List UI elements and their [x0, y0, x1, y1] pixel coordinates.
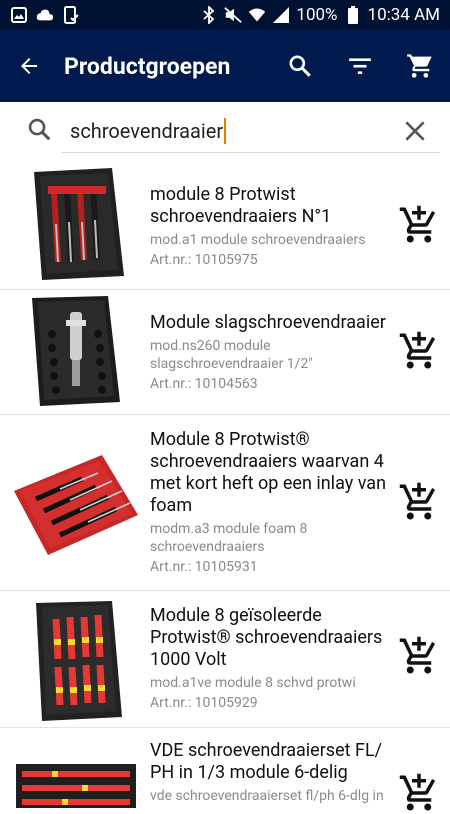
filter-button[interactable] [330, 30, 390, 102]
product-description: vde schroevendraaierset fl/ph 6-dlg in [150, 788, 384, 804]
add-to-cart-icon[interactable] [398, 330, 440, 372]
cart-button[interactable] [390, 30, 450, 102]
search-input[interactable]: schroevendraaier [62, 109, 440, 153]
status-system: 100% 10:34 AM [200, 5, 440, 25]
add-to-cart-icon[interactable] [398, 481, 440, 523]
product-info: module 8 Protwist schroevendraaiers N°1 … [150, 184, 400, 269]
product-name: VDE schroevendraaierset FL/ PH in 1/3 mo… [150, 740, 383, 783]
list-item[interactable]: Module 8 geïsoleerde Protwist® schroeven… [0, 591, 450, 728]
product-description: mod.ns260 module slagschroevendraaier 1/… [150, 338, 313, 372]
search-button[interactable] [270, 30, 330, 102]
product-image [32, 296, 120, 406]
status-notifications [10, 6, 80, 24]
product-list: module 8 Protwist schroevendraaiers N°1 … [0, 162, 450, 811]
filter-icon [349, 58, 371, 75]
product-name: Module 8 Protwist® schroevendraaiers waa… [150, 429, 387, 516]
product-info: Module slagschroevendraaier mod.ns260 mo… [150, 312, 400, 393]
wifi-icon [248, 6, 266, 24]
search-icon [289, 55, 311, 77]
product-info: Module 8 geïsoleerde Protwist® schroeven… [150, 605, 400, 712]
status-bar: 100% 10:34 AM [0, 0, 450, 30]
product-description: mod.a1ve module 8 schvd protwi [150, 675, 356, 691]
product-article-number: Art.nr.: 10105975 [150, 252, 258, 268]
back-button[interactable] [0, 30, 58, 102]
add-to-cart-icon[interactable] [398, 204, 440, 246]
list-item[interactable]: Module slagschroevendraaier mod.ns260 mo… [0, 290, 450, 415]
app-bar: Productgroepen [0, 30, 450, 102]
add-to-cart-icon[interactable] [398, 635, 440, 677]
product-name: Module 8 geïsoleerde Protwist® schroeven… [150, 605, 383, 670]
gallery-icon [10, 6, 28, 24]
product-article-number: Art.nr.: 10105931 [150, 559, 258, 575]
product-description: modm.a3 module foam 8 schroevendraaiers [150, 521, 308, 555]
product-article-number: Art.nr.: 10105929 [150, 695, 258, 711]
page-title: Productgroepen [64, 52, 231, 80]
battery-icon [344, 6, 362, 24]
product-image [36, 601, 122, 721]
add-to-cart-icon[interactable] [398, 772, 440, 814]
product-description: mod.a1 module schroevendraaiers [150, 232, 366, 248]
back-arrow-icon [21, 58, 37, 74]
search-icon [28, 118, 51, 141]
list-item[interactable]: Module 8 Protwist® schroevendraaiers waa… [0, 415, 450, 591]
search-input-value: schroevendraaier [70, 118, 224, 143]
product-name: Module slagschroevendraaier [150, 312, 386, 333]
cart-icon [407, 54, 432, 78]
cloud-icon [36, 6, 54, 24]
text-cursor [224, 117, 227, 144]
close-icon[interactable] [402, 118, 428, 144]
product-image [14, 455, 138, 555]
clock: 10:34 AM [367, 5, 440, 25]
list-item[interactable]: VDE schroevendraaierset FL/ PH in 1/3 mo… [0, 728, 450, 811]
product-info: VDE schroevendraaierset FL/ PH in 1/3 mo… [150, 740, 400, 805]
search-bar: schroevendraaier [0, 102, 450, 162]
signal-icon [272, 6, 290, 24]
bluetooth-icon [200, 6, 218, 24]
product-image [34, 168, 124, 280]
product-name: module 8 Protwist schroevendraaiers N°1 [150, 184, 332, 227]
product-article-number: Art.nr.: 10104563 [150, 376, 258, 392]
phone-check-icon [62, 6, 80, 24]
mute-icon [224, 6, 243, 24]
list-item[interactable]: module 8 Protwist schroevendraaiers N°1 … [0, 162, 450, 290]
battery-percent: 100% [296, 5, 338, 25]
product-image [16, 764, 136, 808]
product-info: Module 8 Protwist® schroevendraaiers waa… [150, 429, 400, 576]
